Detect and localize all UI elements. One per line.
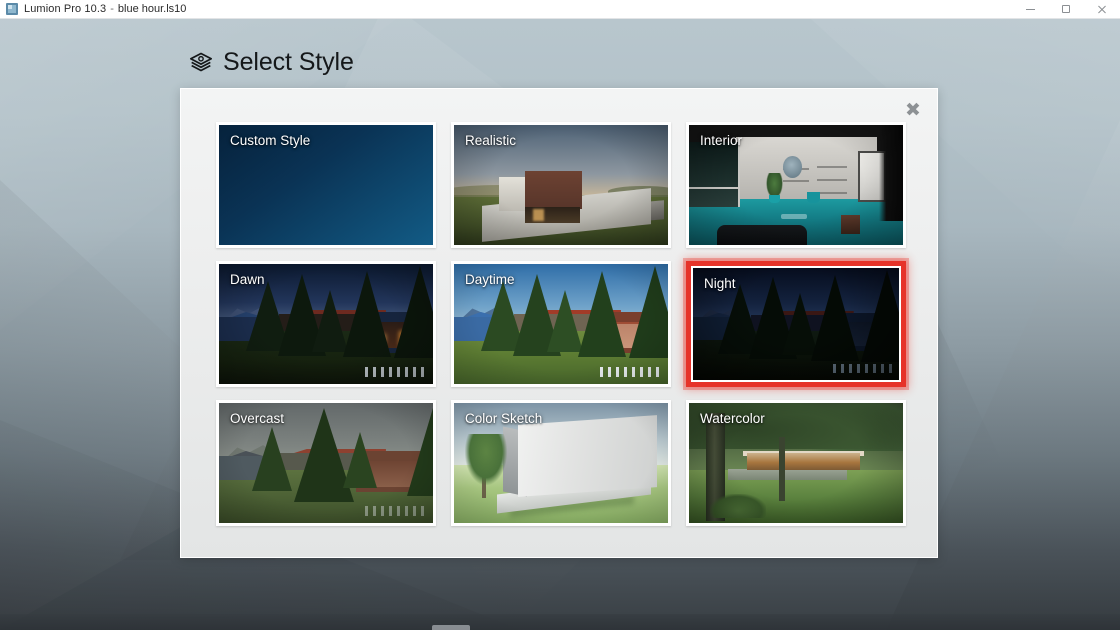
bottom-handle[interactable] xyxy=(432,625,470,630)
layers-icon xyxy=(189,52,213,71)
style-thumbnail: Overcast xyxy=(219,403,433,523)
title-separator: - xyxy=(110,3,114,15)
style-thumbnail: Watercolor xyxy=(689,403,903,523)
style-card-label: Interior xyxy=(700,133,743,148)
minimize-button[interactable] xyxy=(1012,0,1048,18)
style-card-label: Overcast xyxy=(230,411,285,426)
window-close-button[interactable] xyxy=(1084,0,1120,18)
style-card-realistic[interactable]: Realistic xyxy=(451,122,671,248)
dialog-close-button[interactable]: ✖ xyxy=(900,97,926,123)
style-card-label: Realistic xyxy=(465,133,517,148)
title-bar: Lumion Pro 10.3 - blue hour.ls10 xyxy=(0,0,1120,19)
style-thumbnail: Night xyxy=(691,266,901,382)
style-card-dawn[interactable]: Dawn xyxy=(216,261,436,387)
style-grid: Custom Style Realistic Interior Dawn Day… xyxy=(216,122,909,526)
close-icon xyxy=(1097,4,1107,14)
lumion-app-icon xyxy=(6,3,18,15)
restore-icon xyxy=(1062,5,1070,13)
app-title: Lumion Pro 10.3 xyxy=(24,3,107,15)
style-card-label: Dawn xyxy=(230,272,265,287)
window-controls xyxy=(1012,0,1120,18)
application-window: Lumion Pro 10.3 - blue hour.ls10 Select … xyxy=(0,0,1120,630)
style-card-daytime[interactable]: Daytime xyxy=(451,261,671,387)
style-card-overcast[interactable]: Overcast xyxy=(216,400,436,526)
bottom-status-strip xyxy=(0,614,1120,630)
page-heading: Select Style xyxy=(188,48,354,77)
project-file-name: blue hour.ls10 xyxy=(117,3,187,15)
style-card-label: Watercolor xyxy=(700,411,765,426)
restore-button[interactable] xyxy=(1048,0,1084,18)
style-card-interior[interactable]: Interior xyxy=(686,122,906,248)
style-card-watercolor[interactable]: Watercolor xyxy=(686,400,906,526)
style-thumbnail: Realistic xyxy=(454,125,668,245)
style-card-custom-style[interactable]: Custom Style xyxy=(216,122,436,248)
style-card-color-sketch[interactable]: Color Sketch xyxy=(451,400,671,526)
style-thumbnail: Daytime xyxy=(454,264,668,384)
style-card-night[interactable]: Night xyxy=(683,258,909,390)
style-card-label: Daytime xyxy=(465,272,515,287)
style-thumbnail: Dawn xyxy=(219,264,433,384)
style-thumbnail: Custom Style xyxy=(219,125,433,245)
style-card-label: Color Sketch xyxy=(465,411,543,426)
select-style-dialog: ✖ Custom Style Realistic Interior Dawn D… xyxy=(180,88,938,558)
minimize-icon xyxy=(1025,8,1035,10)
page-title: Select Style xyxy=(223,48,354,76)
style-thumbnail: Color Sketch xyxy=(454,403,668,523)
style-thumbnail: Interior xyxy=(689,125,903,245)
style-card-label: Night xyxy=(704,276,736,291)
style-card-label: Custom Style xyxy=(230,133,311,148)
